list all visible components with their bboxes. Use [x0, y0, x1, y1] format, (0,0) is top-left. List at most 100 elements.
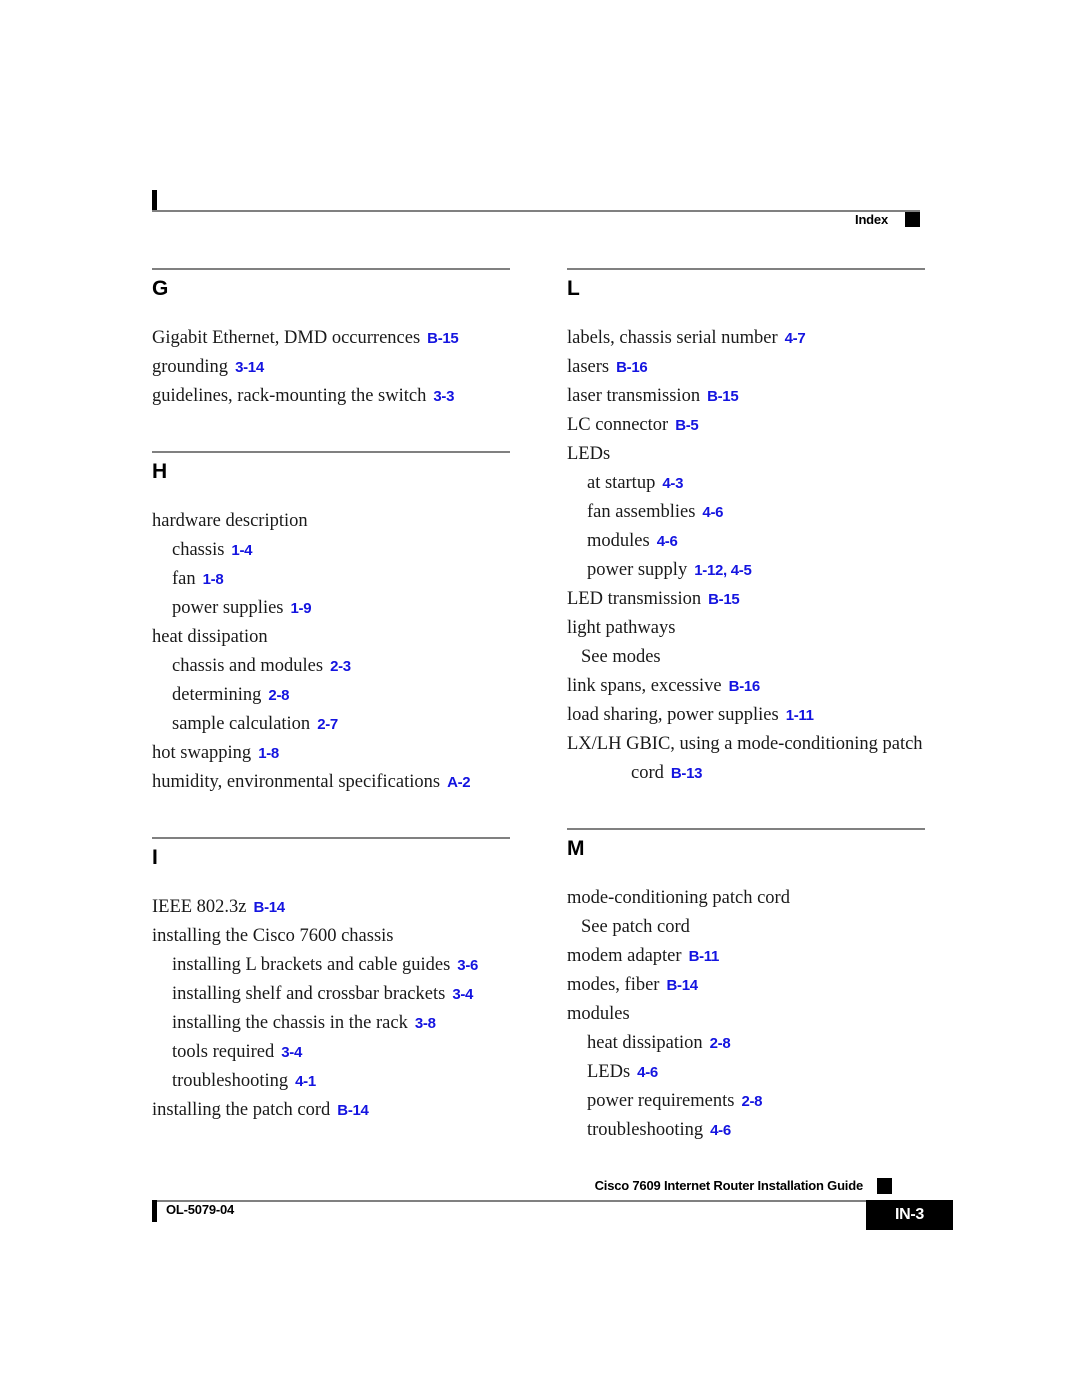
index-page-reference[interactable]: B-5 — [675, 417, 699, 434]
index-entry-label: power supply — [587, 560, 688, 580]
index-entry: humidity, environmental specifications A-… — [152, 768, 525, 797]
index-entry-label: LC connector — [567, 415, 669, 435]
index-page-reference[interactable]: 4-3 — [662, 475, 683, 492]
index-entry: power supply 1-12, 4-5 — [567, 556, 940, 585]
index-page-reference[interactable]: B-14 — [254, 899, 286, 916]
index-entry: sample calculation 2-7 — [152, 710, 525, 739]
index-entry: hot swapping 1-8 — [152, 739, 525, 768]
section-letter-heading: H — [152, 460, 168, 483]
index-entry-label: at startup — [587, 473, 656, 493]
header-rule — [152, 210, 920, 212]
index-page-reference[interactable]: 4-7 — [785, 330, 806, 347]
header-chapter-label: Index — [855, 212, 888, 227]
index-page-reference[interactable]: 3-14 — [235, 359, 264, 376]
index-page-reference[interactable]: 3-6 — [457, 957, 478, 974]
index-entry: guidelines, rack-mounting the switch 3-3 — [152, 382, 525, 411]
index-entry: LEDs — [567, 440, 940, 469]
index-section-l: Llabels, chassis serial number 4-7 lasers B… — [567, 268, 940, 788]
index-page-reference[interactable]: 2-8 — [710, 1035, 731, 1052]
index-page-reference[interactable]: 2-7 — [317, 716, 338, 733]
index-page-reference[interactable]: B-14 — [337, 1102, 369, 1119]
index-entry-label: installing shelf and crossbar brackets — [172, 984, 446, 1004]
index-entry-label: modules — [587, 531, 650, 551]
index-section-m: Mmode-conditioning patch cord See patch c… — [567, 828, 940, 1145]
index-page: Index G Gigabit Ethernet, DMD occurrences… — [0, 0, 1080, 1397]
index-entry-label: installing the patch cord — [152, 1100, 331, 1120]
index-entry-label: tools required — [172, 1042, 275, 1062]
index-page-reference[interactable]: 2-8 — [268, 687, 289, 704]
index-entry: LED transmission B-15 — [567, 585, 940, 614]
index-entry: load sharing, power supplies 1-11 — [567, 701, 940, 730]
index-page-reference[interactable]: 4-6 — [710, 1122, 731, 1139]
index-entry-label: chassis — [172, 540, 225, 560]
index-page-reference[interactable]: B-13 — [671, 765, 703, 782]
index-page-reference[interactable]: B-15 — [708, 591, 740, 608]
index-entry: at startup 4-3 — [567, 469, 940, 498]
index-page-reference[interactable]: 4-6 — [637, 1064, 658, 1081]
index-entry-label: installing L brackets and cable guides — [172, 955, 451, 975]
index-entry: determining 2-8 — [152, 681, 525, 710]
index-entry: installing the chassis in the rack 3-8 — [152, 1009, 525, 1038]
index-entry: grounding 3-14 — [152, 353, 525, 382]
index-entry: installing L brackets and cable guides 3-… — [152, 951, 525, 980]
index-page-reference[interactable]: 4-6 — [702, 504, 723, 521]
index-page-reference[interactable]: B-11 — [689, 948, 720, 965]
index-page-reference[interactable]: B-16 — [616, 359, 648, 376]
index-page-reference[interactable]: 3-4 — [452, 986, 473, 1003]
index-entry-label: installing the Cisco 7600 chassis — [152, 926, 394, 946]
index-entry: LEDs 4-6 — [567, 1058, 940, 1087]
index-entry: LX/LH GBIC, using a mode-conditioning pa… — [567, 730, 940, 788]
index-entry: IEEE 802.3z B-14 — [152, 893, 525, 922]
index-page-reference[interactable]: B-15 — [707, 388, 739, 405]
index-entry-label: modes, fiber — [567, 975, 660, 995]
index-entry-label: installing the chassis in the rack — [172, 1013, 408, 1033]
index-page-reference[interactable]: 4-1 — [295, 1073, 316, 1090]
index-entry-label: fan — [172, 569, 196, 589]
index-page-reference[interactable]: 4-6 — [657, 533, 678, 550]
index-page-reference[interactable]: 3-8 — [415, 1015, 436, 1032]
index-entry-continuation-label: cord — [631, 763, 664, 783]
index-entry-label: LEDs — [587, 1062, 631, 1082]
index-entry-label: laser transmission — [567, 386, 701, 406]
index-page-reference[interactable]: 2-8 — [741, 1093, 762, 1110]
index-entry-label: power supplies — [172, 598, 284, 618]
index-entry-label: humidity, environmental specifications — [152, 772, 441, 792]
index-page-reference[interactable]: B-16 — [729, 678, 761, 695]
index-entry: installing the Cisco 7600 chassis — [152, 922, 525, 951]
index-page-reference[interactable]: 1-12, 4-5 — [694, 562, 752, 579]
index-page-reference[interactable]: 1-8 — [258, 745, 279, 762]
index-page-reference[interactable]: B-15 — [427, 330, 459, 347]
index-entry-label: hot swapping — [152, 743, 252, 763]
index-page-reference[interactable]: A-2 — [447, 774, 471, 791]
index-page-reference[interactable]: 1-8 — [203, 571, 224, 588]
index-entry-label: power requirements — [587, 1091, 735, 1111]
footer-page-number-box: IN-3 — [866, 1200, 953, 1230]
index-page-reference[interactable]: 3-3 — [433, 388, 454, 405]
section-letter-heading: L — [567, 277, 580, 300]
index-page-reference[interactable]: 2-3 — [330, 658, 351, 675]
index-entry: See patch cord — [567, 913, 940, 942]
index-entry: chassis and modules 2-3 — [152, 652, 525, 681]
index-entry: link spans, excessive B-16 — [567, 672, 940, 701]
index-entry-label: modules — [567, 1004, 630, 1024]
index-entry-continuation: cord B-13 — [567, 759, 940, 788]
index-entry: labels, chassis serial number 4-7 — [567, 324, 940, 353]
index-entry: lasers B-16 — [567, 353, 940, 382]
index-entry: chassis 1-4 — [152, 536, 525, 565]
index-entry: heat dissipation — [152, 623, 525, 652]
section-divider-rule — [567, 268, 925, 270]
index-entry: troubleshooting 4-1 — [152, 1067, 525, 1096]
section-letter-heading: M — [567, 837, 585, 860]
page-footer: Cisco 7609 Internet Router Installation … — [152, 1178, 953, 1238]
index-entry-label: See modes — [581, 647, 661, 667]
header-square-marker — [905, 212, 920, 227]
index-page-reference[interactable]: 3-4 — [281, 1044, 302, 1061]
index-entry-label: modem adapter — [567, 946, 682, 966]
index-page-reference[interactable]: 1-11 — [786, 707, 814, 724]
index-entry-label: link spans, excessive — [567, 676, 722, 696]
index-page-reference[interactable]: 1-4 — [231, 542, 252, 559]
index-entry: modem adapter B-11 — [567, 942, 940, 971]
index-page-reference[interactable]: 1-9 — [291, 600, 312, 617]
index-page-reference[interactable]: B-14 — [666, 977, 698, 994]
